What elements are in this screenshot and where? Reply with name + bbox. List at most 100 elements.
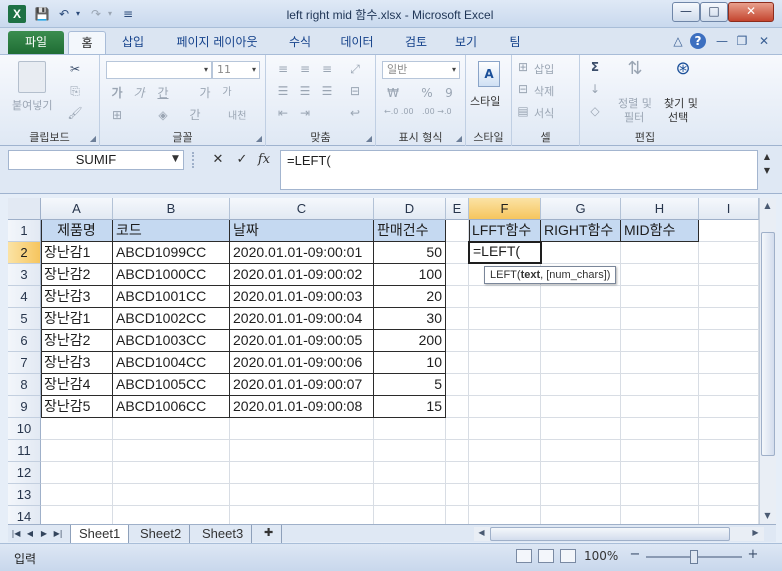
styles-icon[interactable]: A bbox=[478, 61, 500, 87]
cell-empty[interactable] bbox=[41, 484, 113, 506]
table-cell[interactable]: ABCD1099CC bbox=[113, 242, 230, 264]
cell-empty[interactable] bbox=[113, 506, 230, 524]
cell-empty[interactable] bbox=[541, 484, 621, 506]
cell-empty[interactable] bbox=[230, 418, 374, 440]
cell-empty[interactable] bbox=[541, 396, 621, 418]
insert-function-icon[interactable]: fx bbox=[256, 152, 272, 168]
select-all-corner[interactable] bbox=[8, 198, 41, 220]
row-header-13[interactable]: 13 bbox=[8, 484, 41, 506]
worksheet-grid[interactable]: ABCDEFGHI 1 2 3 4 5 6 7 8 9 10 11 12 13 14 제품명 코드 날짜 판매건… bbox=[8, 198, 759, 524]
row-header-14[interactable]: 14 bbox=[8, 506, 41, 524]
cancel-icon[interactable]: ✕ bbox=[210, 152, 226, 168]
cell-empty[interactable] bbox=[446, 440, 469, 462]
tab-formulas[interactable]: 수식 bbox=[280, 31, 320, 54]
fill-icon[interactable]: ↓ bbox=[586, 81, 604, 97]
table-cell[interactable]: 200 bbox=[374, 330, 446, 352]
cell-empty[interactable] bbox=[541, 374, 621, 396]
table-header-cell[interactable]: 코드 bbox=[113, 220, 230, 242]
cell-empty[interactable] bbox=[621, 418, 699, 440]
row-header-3[interactable]: 3 bbox=[8, 264, 41, 286]
cell-empty[interactable] bbox=[699, 484, 759, 506]
table-header-cell[interactable]: 날짜 bbox=[230, 220, 374, 242]
sheet-tab-sheet3[interactable]: Sheet3 bbox=[194, 525, 253, 543]
cell-empty[interactable] bbox=[469, 330, 541, 352]
cell-empty[interactable] bbox=[541, 440, 621, 462]
tab-data[interactable]: 데이터 bbox=[332, 31, 382, 54]
normal-view-icon[interactable] bbox=[516, 549, 532, 563]
active-cell-editor[interactable]: =LEFT( bbox=[468, 241, 542, 264]
cell-empty[interactable] bbox=[621, 462, 699, 484]
table-cell[interactable]: 50 bbox=[374, 242, 446, 264]
table-cell[interactable]: 2020.01.01-09:00:01 bbox=[230, 242, 374, 264]
cell-empty[interactable] bbox=[621, 352, 699, 374]
cell-empty[interactable] bbox=[446, 308, 469, 330]
cell-empty[interactable] bbox=[621, 242, 699, 264]
table-cell[interactable]: 장난감4 bbox=[41, 374, 113, 396]
cell-empty[interactable] bbox=[699, 374, 759, 396]
cell-empty[interactable] bbox=[699, 264, 759, 286]
cut-icon[interactable]: ✂ bbox=[66, 61, 84, 77]
autosum-icon[interactable]: Σ bbox=[586, 59, 604, 75]
cell-empty[interactable] bbox=[41, 440, 113, 462]
row-header-9[interactable]: 9 bbox=[8, 396, 41, 418]
scroll-right-icon[interactable]: ▶ bbox=[748, 526, 763, 540]
cell-empty[interactable] bbox=[446, 352, 469, 374]
cell-empty[interactable] bbox=[541, 462, 621, 484]
cell-empty[interactable] bbox=[446, 374, 469, 396]
cell-empty[interactable] bbox=[469, 308, 541, 330]
save-icon[interactable]: 💾 bbox=[34, 6, 50, 22]
number-format-combo[interactable]: 일반 ▾ bbox=[382, 61, 460, 79]
underline-icon[interactable]: 간 bbox=[154, 85, 172, 101]
table-cell[interactable]: 장난감3 bbox=[41, 286, 113, 308]
cell-empty[interactable] bbox=[541, 330, 621, 352]
cell-empty[interactable] bbox=[621, 396, 699, 418]
cell-empty[interactable] bbox=[621, 484, 699, 506]
fill-color-icon[interactable]: ◈ bbox=[154, 107, 172, 123]
tab-page-layout[interactable]: 페이지 레이아웃 bbox=[162, 31, 272, 54]
table-cell[interactable]: 5 bbox=[374, 374, 446, 396]
cell-empty[interactable] bbox=[699, 242, 759, 264]
column-header-e[interactable]: E bbox=[446, 198, 469, 220]
table-cell[interactable]: ABCD1006CC bbox=[113, 396, 230, 418]
row-header-8[interactable]: 8 bbox=[8, 374, 41, 396]
row-header-2[interactable]: 2 bbox=[8, 242, 41, 264]
cell-empty[interactable] bbox=[699, 330, 759, 352]
name-box[interactable]: SUMIF bbox=[8, 150, 184, 170]
align-right-icon[interactable]: ☰ bbox=[318, 83, 336, 99]
table-header-cell[interactable]: 제품명 bbox=[41, 220, 113, 242]
cell-empty[interactable] bbox=[41, 506, 113, 524]
vertical-scrollbar[interactable]: ▲ ▼ bbox=[759, 198, 776, 524]
currency-icon[interactable]: ₩ bbox=[384, 85, 402, 101]
function-header-cell[interactable]: MID함수 bbox=[621, 220, 699, 242]
bold-icon[interactable]: 가 bbox=[108, 85, 126, 101]
wrap-text-icon[interactable]: ↩ bbox=[346, 105, 364, 121]
cell-empty[interactable] bbox=[374, 440, 446, 462]
tooltip-arg-text[interactable]: text bbox=[521, 269, 541, 281]
table-cell[interactable]: 2020.01.01-09:00:08 bbox=[230, 396, 374, 418]
formula-input[interactable]: =LEFT( bbox=[280, 150, 758, 190]
increase-indent-icon[interactable]: ⇥ bbox=[296, 105, 314, 121]
font-name-combo[interactable]: ▾ bbox=[106, 61, 212, 79]
cell-empty[interactable] bbox=[230, 484, 374, 506]
function-header-cell[interactable]: RIGHT함수 bbox=[541, 220, 621, 242]
page-layout-view-icon[interactable] bbox=[538, 549, 554, 563]
collapse-ribbon-icon[interactable]: △ bbox=[670, 33, 686, 49]
horizontal-scrollbar[interactable]: ◀ ▶ bbox=[474, 527, 764, 541]
binoculars-icon[interactable]: ⊛ bbox=[674, 60, 692, 78]
table-cell[interactable]: 장난감3 bbox=[41, 352, 113, 374]
cell-empty[interactable] bbox=[469, 462, 541, 484]
cell-empty[interactable] bbox=[374, 506, 446, 524]
cell-empty[interactable] bbox=[41, 462, 113, 484]
name-box-dropdown-icon[interactable]: ▼ bbox=[172, 154, 179, 164]
cell-empty[interactable] bbox=[541, 308, 621, 330]
column-header-f[interactable]: F bbox=[469, 198, 541, 220]
zoom-slider-thumb[interactable] bbox=[690, 550, 698, 564]
row-header-5[interactable]: 5 bbox=[8, 308, 41, 330]
cell-empty[interactable] bbox=[374, 418, 446, 440]
cell-empty[interactable] bbox=[699, 286, 759, 308]
table-cell[interactable]: 장난감5 bbox=[41, 396, 113, 418]
cell-empty[interactable] bbox=[469, 484, 541, 506]
cell-empty[interactable] bbox=[469, 418, 541, 440]
column-header-b[interactable]: B bbox=[113, 198, 230, 220]
excel-app-icon[interactable]: X bbox=[8, 5, 26, 23]
